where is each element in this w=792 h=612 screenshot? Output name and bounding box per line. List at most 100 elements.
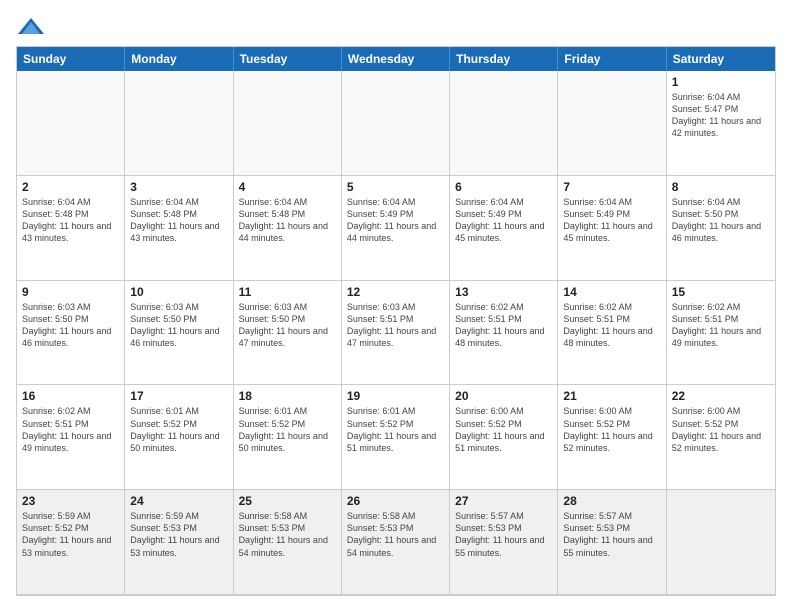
day-number: 6 [455,180,552,194]
calendar-cell: 28 Sunrise: 5:57 AMSunset: 5:53 PMDayligh… [558,490,666,595]
calendar-cell: 2 Sunrise: 6:04 AMSunset: 5:48 PMDaylight… [17,176,125,281]
calendar-cell: 19 Sunrise: 6:01 AMSunset: 5:52 PMDayligh… [342,385,450,490]
calendar-cell: 3 Sunrise: 6:04 AMSunset: 5:48 PMDaylight… [125,176,233,281]
day-number: 23 [22,494,119,508]
day-number: 11 [239,285,336,299]
calendar-cell: 25 Sunrise: 5:58 AMSunset: 5:53 PMDayligh… [234,490,342,595]
day-number: 17 [130,389,227,403]
day-number: 5 [347,180,444,194]
logo-icon [16,16,46,38]
calendar-cell: 18 Sunrise: 6:01 AMSunset: 5:52 PMDayligh… [234,385,342,490]
calendar-cell: 23 Sunrise: 5:59 AMSunset: 5:52 PMDayligh… [17,490,125,595]
day-number: 19 [347,389,444,403]
day-number: 2 [22,180,119,194]
cell-info: Sunrise: 5:59 AMSunset: 5:53 PMDaylight:… [130,510,227,559]
cell-info: Sunrise: 6:01 AMSunset: 5:52 PMDaylight:… [239,405,336,454]
cell-info: Sunrise: 6:04 AMSunset: 5:48 PMDaylight:… [239,196,336,245]
cell-info: Sunrise: 6:02 AMSunset: 5:51 PMDaylight:… [22,405,119,454]
cell-info: Sunrise: 6:02 AMSunset: 5:51 PMDaylight:… [672,301,770,350]
day-number: 27 [455,494,552,508]
day-name-saturday: Saturday [667,47,775,71]
cell-info: Sunrise: 6:00 AMSunset: 5:52 PMDaylight:… [672,405,770,454]
cell-info: Sunrise: 6:03 AMSunset: 5:50 PMDaylight:… [239,301,336,350]
cell-info: Sunrise: 6:03 AMSunset: 5:50 PMDaylight:… [22,301,119,350]
day-number: 26 [347,494,444,508]
calendar-cell [125,71,233,176]
day-name-monday: Monday [125,47,233,71]
calendar-cell: 13 Sunrise: 6:02 AMSunset: 5:51 PMDayligh… [450,281,558,386]
calendar-cell: 1Sunrise: 6:04 AMSunset: 5:47 PMDaylight… [667,71,775,176]
calendar-cell: 11 Sunrise: 6:03 AMSunset: 5:50 PMDayligh… [234,281,342,386]
day-number: 13 [455,285,552,299]
calendar-cell: 24 Sunrise: 5:59 AMSunset: 5:53 PMDayligh… [125,490,233,595]
calendar-cell: 17 Sunrise: 6:01 AMSunset: 5:52 PMDayligh… [125,385,233,490]
cell-info: Sunrise: 5:58 AMSunset: 5:53 PMDaylight:… [239,510,336,559]
day-number: 3 [130,180,227,194]
cell-info: Sunrise: 6:04 AMSunset: 5:49 PMDaylight:… [347,196,444,245]
cell-info: Sunrise: 6:00 AMSunset: 5:52 PMDaylight:… [455,405,552,454]
calendar-cell [342,71,450,176]
cell-info: Sunrise: 6:04 AMSunset: 5:48 PMDaylight:… [130,196,227,245]
cell-info: Sunrise: 6:04 AMSunset: 5:50 PMDaylight:… [672,196,770,245]
day-name-thursday: Thursday [450,47,558,71]
cell-info: Sunrise: 5:59 AMSunset: 5:52 PMDaylight:… [22,510,119,559]
calendar-body: 1Sunrise: 6:04 AMSunset: 5:47 PMDaylight… [17,71,775,595]
calendar-cell [450,71,558,176]
day-number: 14 [563,285,660,299]
cell-info: Sunrise: 6:01 AMSunset: 5:52 PMDaylight:… [130,405,227,454]
day-number: 16 [22,389,119,403]
day-number: 12 [347,285,444,299]
logo [16,16,50,38]
day-number: 9 [22,285,119,299]
day-number: 21 [563,389,660,403]
calendar-cell: 15 Sunrise: 6:02 AMSunset: 5:51 PMDayligh… [667,281,775,386]
calendar-cell: 10Sunrise: 6:03 AMSunset: 5:50 PMDayligh… [125,281,233,386]
calendar-cell: 4 Sunrise: 6:04 AMSunset: 5:48 PMDaylight… [234,176,342,281]
calendar-cell: 20 Sunrise: 6:00 AMSunset: 5:52 PMDayligh… [450,385,558,490]
calendar-cell: 21 Sunrise: 6:00 AMSunset: 5:52 PMDayligh… [558,385,666,490]
calendar-header: SundayMondayTuesdayWednesdayThursdayFrid… [17,47,775,71]
calendar-cell: 7 Sunrise: 6:04 AMSunset: 5:49 PMDaylight… [558,176,666,281]
day-name-tuesday: Tuesday [234,47,342,71]
day-number: 25 [239,494,336,508]
day-number: 1 [672,75,770,89]
day-number: 7 [563,180,660,194]
cell-info: Sunrise: 6:04 AMSunset: 5:49 PMDaylight:… [563,196,660,245]
day-number: 20 [455,389,552,403]
calendar-cell: 12 Sunrise: 6:03 AMSunset: 5:51 PMDayligh… [342,281,450,386]
calendar-cell: 9 Sunrise: 6:03 AMSunset: 5:50 PMDaylight… [17,281,125,386]
day-number: 22 [672,389,770,403]
page-header [16,16,776,38]
calendar-cell [17,71,125,176]
day-number: 4 [239,180,336,194]
day-name-wednesday: Wednesday [342,47,450,71]
cell-info: Sunrise: 6:02 AMSunset: 5:51 PMDaylight:… [455,301,552,350]
calendar-cell: 16 Sunrise: 6:02 AMSunset: 5:51 PMDayligh… [17,385,125,490]
day-number: 28 [563,494,660,508]
cell-info: Sunrise: 5:58 AMSunset: 5:53 PMDaylight:… [347,510,444,559]
calendar: SundayMondayTuesdayWednesdayThursdayFrid… [16,46,776,596]
calendar-cell: 26 Sunrise: 5:58 AMSunset: 5:53 PMDayligh… [342,490,450,595]
day-name-sunday: Sunday [17,47,125,71]
day-number: 15 [672,285,770,299]
calendar-cell: 6 Sunrise: 6:04 AMSunset: 5:49 PMDaylight… [450,176,558,281]
calendar-cell [667,490,775,595]
calendar-cell: 22 Sunrise: 6:00 AMSunset: 5:52 PMDayligh… [667,385,775,490]
calendar-cell: 14 Sunrise: 6:02 AMSunset: 5:51 PMDayligh… [558,281,666,386]
cell-info: Sunrise: 6:03 AMSunset: 5:51 PMDaylight:… [347,301,444,350]
cell-info: Sunrise: 6:04 AMSunset: 5:49 PMDaylight:… [455,196,552,245]
cell-info: Sunrise: 5:57 AMSunset: 5:53 PMDaylight:… [563,510,660,559]
day-number: 24 [130,494,227,508]
cell-info: Sunrise: 6:01 AMSunset: 5:52 PMDaylight:… [347,405,444,454]
day-number: 10 [130,285,227,299]
day-name-friday: Friday [558,47,666,71]
cell-info: Sunrise: 6:00 AMSunset: 5:52 PMDaylight:… [563,405,660,454]
cell-info: Sunrise: 6:04 AMSunset: 5:48 PMDaylight:… [22,196,119,245]
cell-info: Sunrise: 6:02 AMSunset: 5:51 PMDaylight:… [563,301,660,350]
cell-info: Sunrise: 5:57 AMSunset: 5:53 PMDaylight:… [455,510,552,559]
calendar-cell: 27 Sunrise: 5:57 AMSunset: 5:53 PMDayligh… [450,490,558,595]
day-number: 8 [672,180,770,194]
day-number: 18 [239,389,336,403]
calendar-cell: 8 Sunrise: 6:04 AMSunset: 5:50 PMDaylight… [667,176,775,281]
calendar-cell: 5 Sunrise: 6:04 AMSunset: 5:49 PMDaylight… [342,176,450,281]
